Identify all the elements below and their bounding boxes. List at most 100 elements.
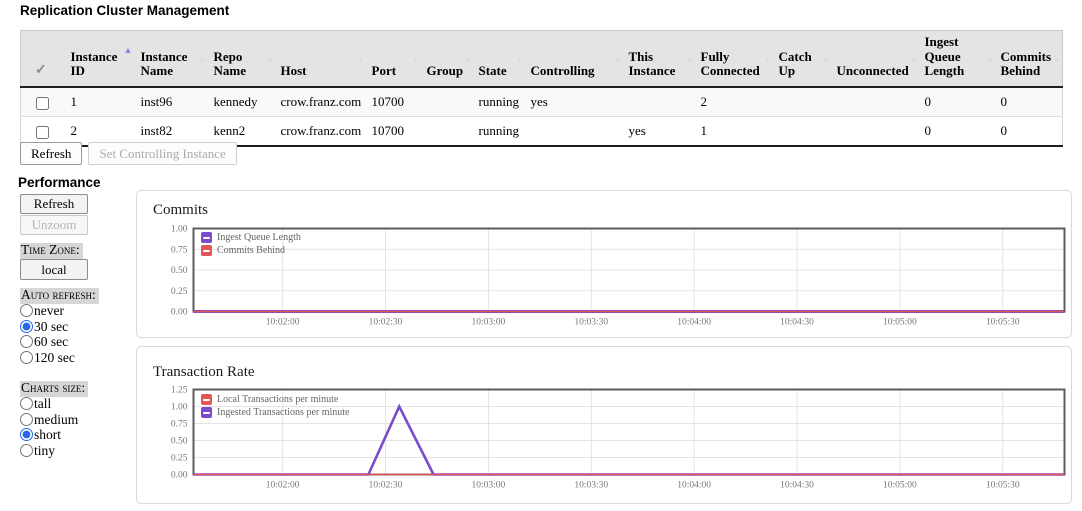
commits-chart[interactable]: 10:02:00 10:02:30 10:03:00 10:03:30 10:04:00…	[137, 191, 1071, 337]
chart-legend: Local Transactions per minute Ingested T…	[201, 393, 349, 419]
cell-group	[420, 87, 473, 117]
charts-size-option-medium[interactable]: medium	[20, 412, 78, 428]
charts-size-label: Charts size:	[20, 380, 89, 397]
x-axis-tick-label: 10:05:00	[883, 318, 917, 328]
auto-refresh-label: Auto refresh:	[20, 287, 99, 304]
column-header-catch-up[interactable]: Catch Up ▲	[772, 30, 831, 88]
auto-refresh-option-120sec[interactable]: 120 sec	[20, 350, 75, 366]
y-axis-tick-label: 0.50	[171, 266, 188, 276]
performance-refresh-button[interactable]: Refresh	[20, 194, 88, 214]
x-axis-tick-label: 10:03:00	[472, 318, 506, 328]
cell-port: 10700	[365, 87, 421, 117]
refresh-button[interactable]: Refresh	[20, 142, 83, 165]
sort-icon: ▲	[821, 54, 830, 63]
cluster-table: ✓ Instance ID ▲ Instance Name ▲ Repo Name ▲…	[20, 30, 1063, 147]
charts-size-option-tall[interactable]: tall	[20, 396, 78, 412]
radio-button[interactable]	[20, 397, 33, 410]
unzoom-button[interactable]: Unzoom	[20, 215, 88, 235]
cell-catch-up	[772, 116, 831, 147]
radio-button[interactable]	[20, 335, 33, 348]
radio-button[interactable]	[20, 304, 33, 317]
x-axis-tick-label: 10:03:00	[472, 481, 506, 491]
column-header-port[interactable]: Port ▲	[365, 30, 421, 88]
x-axis-tick-label: 10:02:00	[266, 481, 300, 491]
column-header-commits-behind[interactable]: Commits Behind ▲	[994, 30, 1063, 88]
x-axis-tick-label: 10:02:30	[369, 481, 403, 491]
cell-commits-behind: 0	[994, 116, 1063, 147]
cell-controlling: yes	[524, 87, 623, 117]
column-header-host[interactable]: Host ▲	[274, 30, 366, 88]
transaction-rate-chart[interactable]: 10:02:00 10:02:30 10:03:00 10:03:30 10:04:00…	[137, 347, 1071, 503]
column-header-select-all[interactable]: ✓	[20, 30, 65, 88]
auto-refresh-option-30sec[interactable]: 30 sec	[20, 319, 75, 335]
cell-state: running	[472, 116, 525, 147]
row-checkbox[interactable]	[36, 96, 49, 110]
cell-commits-behind: 0	[994, 87, 1063, 117]
y-axis-tick-label: 0.75	[171, 245, 188, 255]
x-axis-tick-label: 10:04:30	[780, 481, 814, 491]
row-checkbox[interactable]	[36, 125, 49, 139]
column-header-controlling[interactable]: Controlling ▲	[524, 30, 623, 88]
radio-button[interactable]	[20, 319, 33, 333]
commits-chart-panel: Commits 10:02:00 10:02:30 10:03:00 10:03:30…	[136, 190, 1072, 338]
cell-state: running	[472, 87, 525, 117]
legend-swatch	[201, 394, 212, 405]
sort-icon: ▲	[463, 54, 472, 63]
cell-repo-name: kennedy	[207, 87, 275, 117]
set-controlling-instance-button[interactable]: Set Controlling Instance	[88, 142, 237, 165]
radio-button[interactable]	[20, 412, 33, 426]
sort-icon: ▲	[356, 54, 365, 63]
y-axis-tick-label: 0.50	[171, 437, 188, 447]
auto-refresh-options: never 30 sec 60 sec 120 sec	[20, 303, 75, 365]
column-header-instance-id[interactable]: Instance ID ▲	[64, 30, 135, 88]
column-header-ingest-queue-length[interactable]: Ingest Queue Length ▲	[918, 30, 995, 88]
legend-item: Ingest Queue Length	[201, 231, 301, 244]
column-header-instance-name[interactable]: Instance Name ▲	[134, 30, 208, 88]
column-header-repo-name[interactable]: Repo Name ▲	[207, 30, 275, 88]
y-axis-tick-label: 0.75	[171, 420, 188, 430]
column-header-this-instance[interactable]: This Instance ▲	[622, 30, 695, 88]
cell-catch-up	[772, 87, 831, 117]
select-all-check-icon: ✓	[35, 63, 47, 79]
x-axis-tick-label: 10:05:30	[986, 481, 1020, 491]
sort-icon: ▲	[1053, 54, 1061, 63]
column-header-fully-connected[interactable]: Fully Connected ▲	[694, 30, 773, 88]
time-zone-label: Time Zone:	[20, 242, 83, 259]
charts-size-option-tiny[interactable]: tiny	[20, 443, 78, 459]
cell-this-instance: yes	[622, 116, 695, 147]
cell-instance-id: 1	[64, 87, 135, 117]
table-row: 1 inst96 kennedy crow.franz.com 10700 ru…	[20, 87, 1063, 117]
cell-unconnected	[830, 87, 919, 117]
y-axis-tick-label: 1.25	[171, 386, 188, 396]
auto-refresh-option-never[interactable]: never	[20, 303, 75, 319]
legend-swatch	[201, 407, 212, 418]
cell-instance-name: inst96	[134, 87, 208, 117]
cell-unconnected	[830, 116, 919, 147]
x-axis-tick-label: 10:04:00	[677, 318, 711, 328]
y-axis-tick-label: 0.00	[171, 308, 188, 318]
cell-host: crow.franz.com	[274, 87, 366, 117]
table-header-row: ✓ Instance ID ▲ Instance Name ▲ Repo Name ▲…	[20, 30, 1063, 88]
sort-asc-icon: ▲	[123, 45, 133, 55]
column-header-group[interactable]: Group ▲	[420, 30, 473, 88]
sort-icon: ▲	[613, 54, 622, 63]
time-zone-button[interactable]: local	[20, 259, 88, 280]
cell-controlling	[524, 116, 623, 147]
legend-swatch	[201, 245, 212, 256]
radio-button[interactable]	[20, 443, 33, 457]
sort-icon: ▲	[685, 54, 694, 63]
cell-ingest-queue-length: 0	[918, 87, 995, 117]
transaction-rate-chart-panel: Transaction Rate 10:02:00 10:02:30 10:03:0…	[136, 346, 1072, 504]
charts-size-option-short[interactable]: short	[20, 427, 78, 443]
sort-icon: ▲	[198, 54, 207, 63]
column-header-unconnected[interactable]: Unconnected ▲	[830, 30, 919, 88]
auto-refresh-option-60sec[interactable]: 60 sec	[20, 334, 75, 350]
y-axis-tick-label: 0.25	[171, 454, 188, 464]
radio-button[interactable]	[20, 350, 33, 364]
cell-host: crow.franz.com	[274, 116, 366, 147]
chart-legend: Ingest Queue Length Commits Behind	[201, 231, 301, 257]
sort-icon: ▲	[265, 54, 274, 63]
column-header-state[interactable]: State ▲	[472, 30, 525, 88]
x-axis-tick-label: 10:03:30	[574, 318, 608, 328]
radio-button[interactable]	[20, 428, 33, 441]
